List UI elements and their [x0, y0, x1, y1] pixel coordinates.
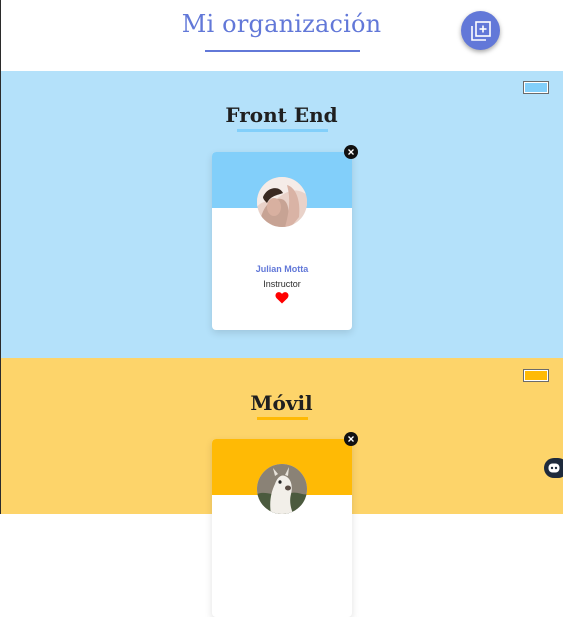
team-color-picker[interactable] — [523, 81, 549, 94]
team-title: Front End — [225, 103, 338, 127]
add-team-icon — [470, 20, 491, 41]
avatar — [257, 464, 307, 514]
team-title: Móvil — [250, 391, 313, 415]
member-role: Instructor — [263, 279, 301, 289]
team-title-underline — [237, 129, 328, 132]
team-color-swatch — [525, 83, 547, 92]
close-icon — [348, 149, 354, 155]
close-icon — [348, 436, 354, 442]
member-card: Julian Motta Instructor — [212, 145, 358, 330]
page-left-border — [0, 0, 1, 514]
title-underline — [205, 50, 360, 52]
team-title-underline — [257, 417, 308, 420]
chat-bot-icon — [548, 463, 560, 473]
team-section-front-end: Front End Julian Motta Instructor — [0, 71, 563, 358]
page-header: Mi organización — [0, 0, 563, 71]
team-section-movil: Móvil — [0, 358, 563, 617]
heart-icon[interactable] — [275, 291, 289, 304]
delete-member-button[interactable] — [344, 145, 358, 159]
add-team-button[interactable] — [461, 11, 500, 50]
member-card — [212, 432, 358, 617]
team-color-swatch — [525, 371, 547, 380]
delete-member-button[interactable] — [344, 432, 358, 446]
member-name: Julian Motta — [255, 264, 309, 274]
avatar — [257, 177, 307, 227]
team-color-picker[interactable] — [523, 369, 549, 382]
chat-widget-button[interactable] — [544, 458, 563, 478]
